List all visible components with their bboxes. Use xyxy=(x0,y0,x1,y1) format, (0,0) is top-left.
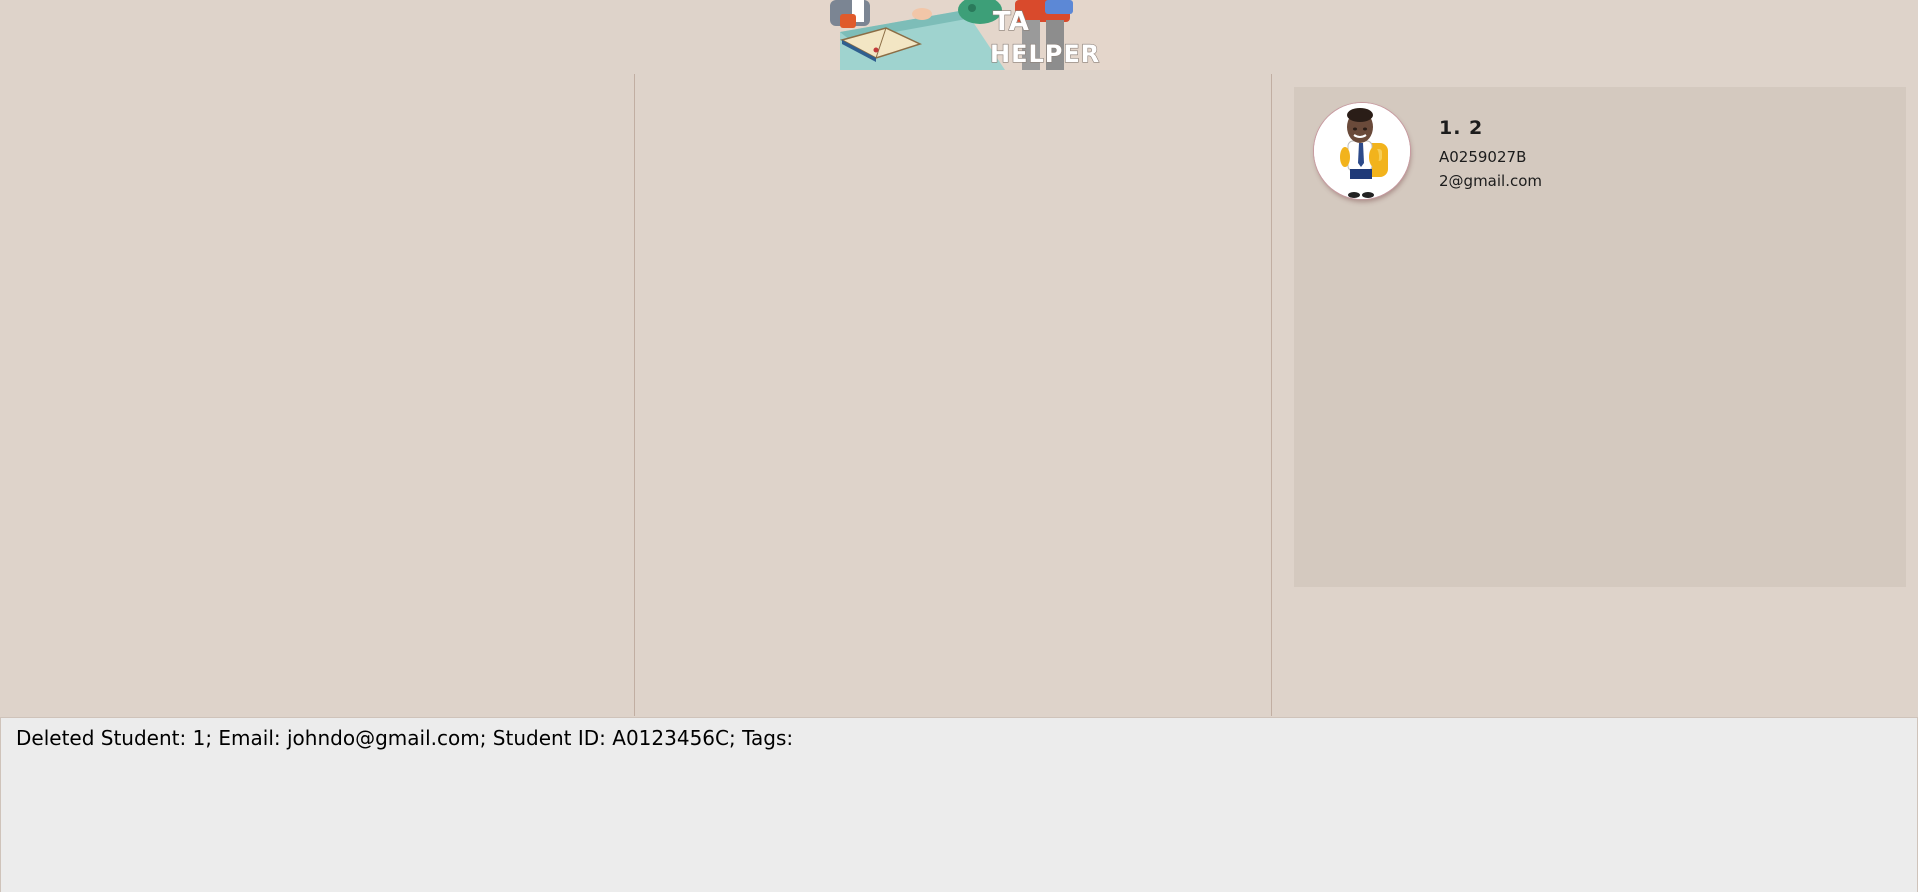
student-name: 1. 2 xyxy=(1439,117,1484,139)
middle-panel xyxy=(635,74,1271,716)
left-panel xyxy=(0,74,634,716)
result-display[interactable]: Deleted Student: 1; Email: johndo@gmail.… xyxy=(0,717,1918,892)
app-window: TA HELPER 1. 2 A0259027B 2@gmail.com Del… xyxy=(0,0,1918,892)
logo-text-ta: TA xyxy=(993,7,1029,37)
student-email: 2@gmail.com xyxy=(1439,172,1543,190)
student-avatar-icon xyxy=(1314,103,1410,199)
logo-text-helper: HELPER xyxy=(990,40,1100,68)
student-card[interactable]: 1. 2 A0259027B 2@gmail.com xyxy=(1294,87,1906,587)
ta-helper-logo: TA HELPER xyxy=(790,0,1130,70)
student-id: A0259027B xyxy=(1439,148,1527,166)
result-message: Deleted Student: 1; Email: johndo@gmail.… xyxy=(16,726,794,750)
